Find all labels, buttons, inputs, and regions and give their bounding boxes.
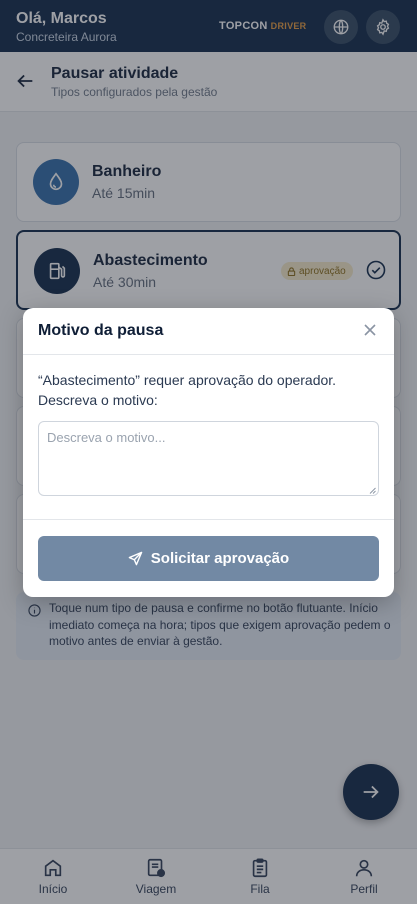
- divider: [23, 519, 394, 520]
- close-icon[interactable]: [362, 322, 378, 338]
- pause-reason-dialog: Motivo da pausa “Abastecimento” requer a…: [23, 308, 394, 597]
- divider: [23, 354, 394, 355]
- reason-textarea[interactable]: [38, 421, 379, 496]
- send-icon: [128, 551, 143, 566]
- request-approval-button[interactable]: Solicitar aprovação: [38, 536, 379, 581]
- resize-handle-icon[interactable]: [369, 487, 376, 494]
- dialog-message: “Abastecimento” requer aprovação do oper…: [38, 372, 337, 408]
- submit-label: Solicitar aprovação: [150, 550, 290, 567]
- dialog-title: Motivo da pausa: [38, 322, 164, 339]
